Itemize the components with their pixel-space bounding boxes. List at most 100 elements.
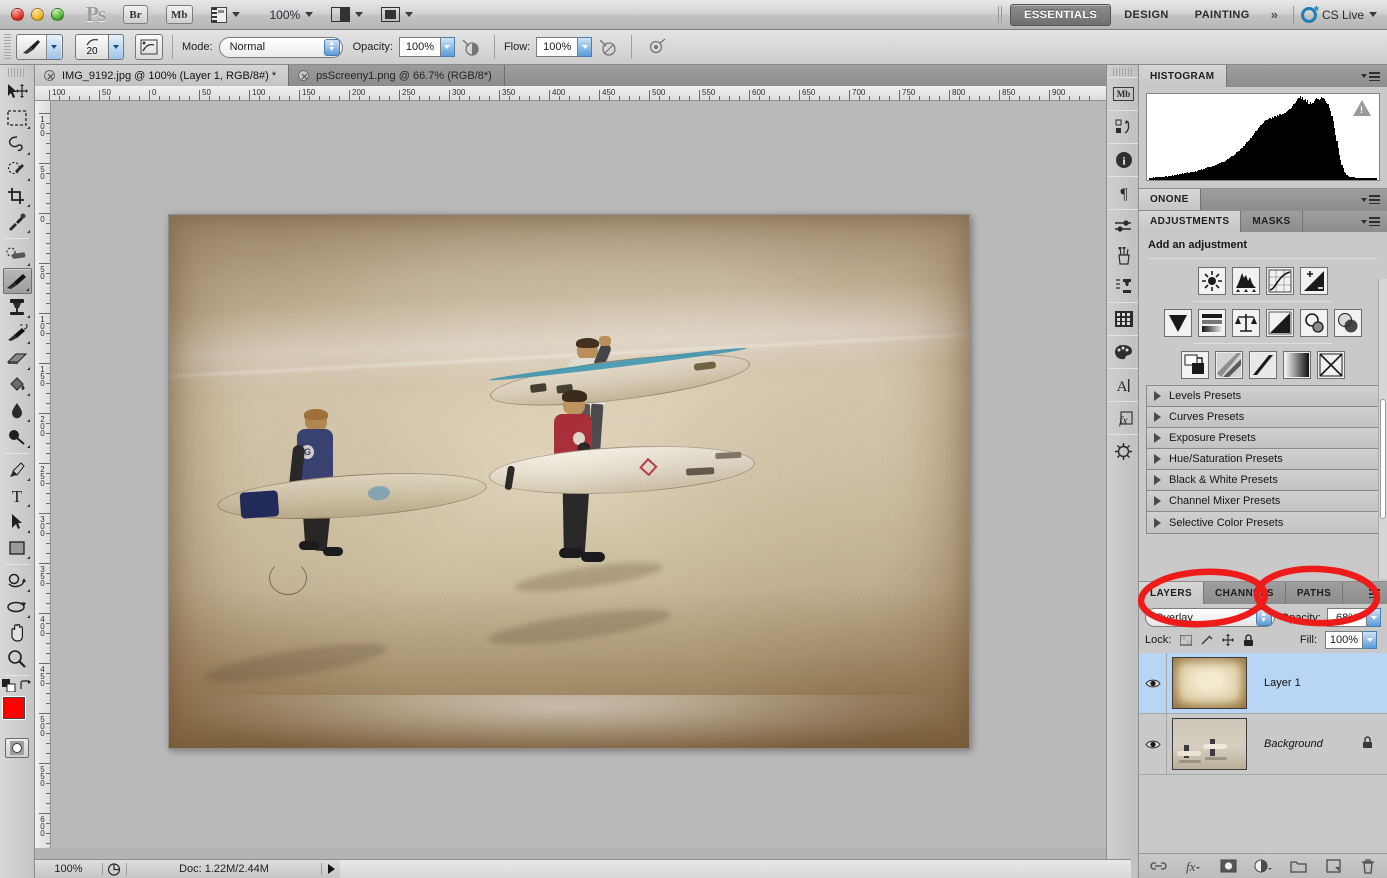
layer-opacity-dropdown[interactable]: [1367, 608, 1381, 627]
pressure-opacity-toggle[interactable]: [459, 36, 481, 58]
styles-panel-button[interactable]: fx: [1107, 403, 1140, 433]
eraser-tool[interactable]: [3, 346, 32, 372]
channel-mixer-icon[interactable]: [1334, 309, 1362, 337]
bridge-button[interactable]: Br: [123, 5, 148, 24]
layer-fill-dropdown[interactable]: [1363, 631, 1377, 649]
add-layer-mask-icon[interactable]: [1219, 858, 1237, 874]
workspace-essentials[interactable]: ESSENTIALS: [1010, 3, 1112, 26]
vertical-ruler[interactable]: 100 50 0 50 100 150 200 250 300 350 400 450 500 550 60…: [35, 101, 51, 848]
zoom-tool[interactable]: [3, 646, 32, 672]
layer-row-background[interactable]: Background: [1139, 714, 1387, 775]
document-tab-psscreeny1[interactable]: psScreeny1.png @ 66.7% (RGB/8*): [289, 65, 505, 86]
layer-thumbnail[interactable]: [1172, 718, 1247, 770]
status-menu-button[interactable]: [322, 864, 340, 874]
mini-bridge-panel-button[interactable]: Mb: [1107, 79, 1140, 109]
gradient-tool[interactable]: [3, 372, 32, 398]
clone-stamp-tool[interactable]: [3, 294, 32, 320]
character-panel-button[interactable]: A: [1107, 370, 1140, 400]
rotate-3d-tool[interactable]: [3, 568, 32, 594]
selective-color-icon[interactable]: [1317, 351, 1345, 379]
blend-mode-dropdown[interactable]: Overlay ▲ ▼: [1145, 608, 1275, 627]
preset-row[interactable]: Channel Mixer Presets: [1147, 491, 1379, 512]
tab-layers[interactable]: LAYERS: [1139, 582, 1205, 604]
brush-presets-panel-button[interactable]: [1107, 241, 1140, 271]
close-window-button[interactable]: [11, 8, 24, 21]
histogram-graph[interactable]: [1146, 93, 1380, 181]
black-white-icon[interactable]: [1266, 309, 1294, 337]
new-group-icon[interactable]: [1289, 858, 1307, 874]
preset-row[interactable]: Black & White Presets: [1147, 470, 1379, 491]
zoom-level-menu[interactable]: 100%: [258, 8, 314, 22]
preset-row[interactable]: Hue/Saturation Presets: [1147, 449, 1379, 470]
preset-row[interactable]: Levels Presets: [1147, 386, 1379, 407]
curves-icon[interactable]: [1266, 267, 1294, 295]
minimize-window-button[interactable]: [31, 8, 44, 21]
scrollbar-thumb[interactable]: [1380, 399, 1386, 519]
tab-onone[interactable]: ONONE: [1139, 189, 1201, 210]
exposure-icon[interactable]: [1300, 267, 1328, 295]
quick-mask-toggle[interactable]: [5, 738, 29, 758]
close-icon[interactable]: [298, 70, 310, 81]
pressure-size-toggle[interactable]: [596, 36, 618, 58]
layers-panel-menu-button[interactable]: [1369, 582, 1387, 604]
lock-transparent-pixels-icon[interactable]: [1179, 634, 1192, 647]
new-layer-icon[interactable]: [1324, 858, 1342, 874]
layer-opacity-control[interactable]: 68%: [1327, 608, 1381, 627]
workspace-painting[interactable]: PAINTING: [1182, 5, 1263, 25]
paragraph-panel-button[interactable]: ¶: [1107, 178, 1140, 208]
toolbox-grip[interactable]: [8, 68, 26, 77]
tab-paths[interactable]: PATHS: [1285, 582, 1344, 604]
layer-fill-control[interactable]: 100%: [1325, 631, 1377, 649]
status-zoom-value[interactable]: 100%: [35, 863, 103, 875]
tool-preset-picker[interactable]: [16, 34, 63, 60]
tab-masks[interactable]: MASKS: [1241, 211, 1303, 232]
color-balance-icon[interactable]: [1232, 309, 1260, 337]
quick-selection-tool[interactable]: [3, 157, 32, 183]
workspace-grip[interactable]: [998, 6, 1005, 23]
tool-preset-dropdown[interactable]: [46, 35, 61, 59]
tab-channels[interactable]: CHANNELS: [1204, 582, 1286, 604]
tab-adjustments[interactable]: ADJUSTMENTS: [1139, 211, 1242, 232]
vibrance-icon[interactable]: [1164, 309, 1192, 337]
airbrush-toggle[interactable]: [645, 36, 667, 58]
brush-preset-picker[interactable]: 20: [75, 34, 109, 60]
hue-saturation-icon[interactable]: [1198, 309, 1226, 337]
preset-row[interactable]: Selective Color Presets: [1147, 512, 1379, 533]
eyedropper-tool[interactable]: [3, 209, 32, 235]
history-brush-tool[interactable]: [3, 320, 32, 346]
orbit-3d-camera-tool[interactable]: [3, 594, 32, 620]
posterize-icon[interactable]: [1215, 351, 1243, 379]
rectangle-tool[interactable]: [3, 535, 32, 561]
document-canvas[interactable]: G: [168, 214, 970, 749]
preset-row[interactable]: Curves Presets: [1147, 407, 1379, 428]
dodge-tool[interactable]: [3, 424, 32, 450]
brush-tool[interactable]: [2, 268, 32, 294]
tab-histogram[interactable]: HISTOGRAM: [1139, 65, 1227, 87]
lock-all-icon[interactable]: [1242, 633, 1255, 647]
blend-mode-select[interactable]: Normal ▲ ▼: [218, 36, 343, 58]
levels-icon[interactable]: [1232, 267, 1260, 295]
onone-panel-menu-button[interactable]: [1361, 189, 1387, 210]
threshold-icon[interactable]: [1249, 351, 1277, 379]
foreground-color-swatch[interactable]: [2, 697, 25, 719]
layer-row-layer1[interactable]: Layer 1: [1139, 653, 1387, 714]
dock-grip[interactable]: [1113, 68, 1132, 76]
uncached-data-warning-icon[interactable]: [1353, 100, 1371, 116]
more-workspaces-button[interactable]: »: [1263, 7, 1286, 22]
lock-position-icon[interactable]: [1221, 634, 1234, 647]
opacity-dropdown[interactable]: [440, 37, 455, 57]
histogram-panel-menu-button[interactable]: [1361, 65, 1387, 87]
color-panel-button[interactable]: [1107, 337, 1140, 367]
info-panel-button[interactable]: i: [1107, 145, 1140, 175]
color-swatches[interactable]: [1, 697, 35, 731]
layer-thumbnail[interactable]: [1172, 657, 1247, 709]
document-settings-icon[interactable]: [103, 862, 127, 876]
spot-healing-brush-tool[interactable]: [3, 242, 32, 268]
clone-source-panel-button[interactable]: [1107, 271, 1140, 301]
crop-tool[interactable]: [3, 183, 32, 209]
view-extras-menu[interactable]: [210, 6, 240, 23]
rectangular-marquee-tool[interactable]: [3, 105, 32, 131]
layer-name[interactable]: Background: [1264, 738, 1323, 750]
preset-row[interactable]: Exposure Presets: [1147, 428, 1379, 449]
cs-live-menu[interactable]: CS Live: [1300, 3, 1377, 23]
